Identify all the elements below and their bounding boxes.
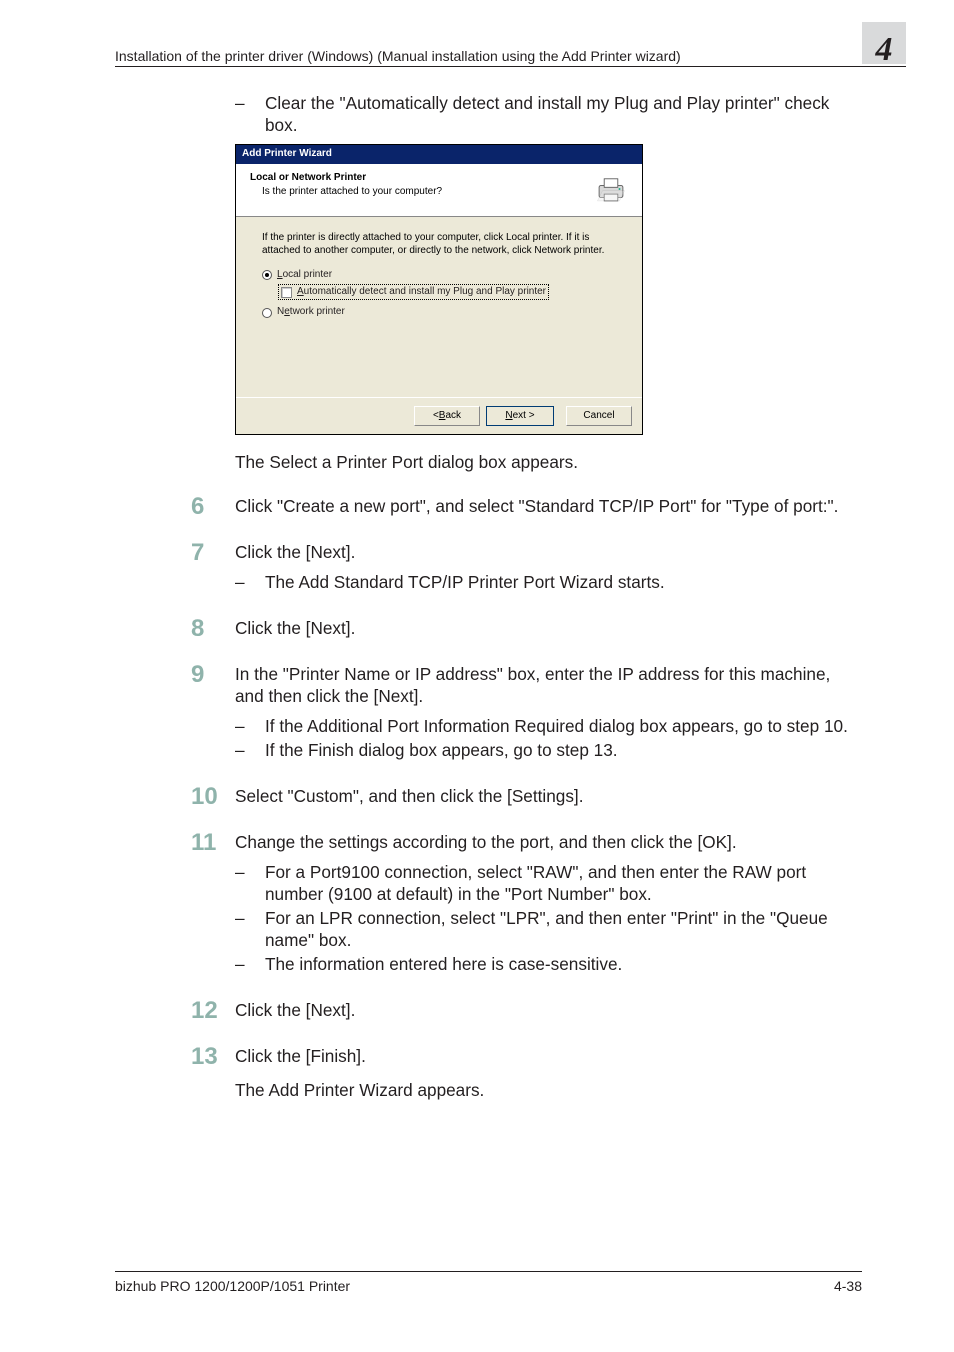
step-10: 10Select "Custom", and then click the [S… <box>235 785 862 809</box>
step-body: Click the [Next]. –The Add Standard TCP/I… <box>235 541 862 595</box>
wizard-footer: < Back Next > Cancel <box>236 397 642 434</box>
wizard-hint: If the printer is directly attached to y… <box>262 231 616 257</box>
list-item-text: The information entered here is case-sen… <box>265 953 862 975</box>
add-printer-wizard-dialog: Add Printer Wizard Local or Network Prin… <box>235 144 643 435</box>
list-item: –If the Additional Port Information Requ… <box>235 715 862 737</box>
wizard-heading: Local or Network Printer <box>250 172 594 185</box>
dash-icon: – <box>235 715 265 737</box>
step-text: Click the [Next]. <box>235 541 862 563</box>
radio-local-label: Local printer <box>277 269 332 282</box>
wizard-subheading: Is the printer attached to your computer… <box>262 186 594 199</box>
step-13: 13Click the [Finish].The Add Printer Wiz… <box>235 1045 862 1101</box>
wizard-header-text: Local or Network Printer Is the printer … <box>250 172 594 199</box>
wizard-titlebar: Add Printer Wizard <box>236 145 642 164</box>
step-after-text: The Add Printer Wizard appears. <box>235 1079 862 1101</box>
dash-icon: – <box>235 861 265 905</box>
chapter-tab: 4 <box>862 22 906 64</box>
step-number: 10 <box>191 785 235 809</box>
list-item: –For a Port9100 connection, select "RAW"… <box>235 861 862 905</box>
step-text: Click the [Finish]. <box>235 1045 862 1067</box>
main-content: – Clear the "Automatically detect and in… <box>235 92 862 1123</box>
step-number: 8 <box>191 617 235 641</box>
checkbox-auto-detect[interactable]: Automatically detect and install my Plug… <box>278 284 549 301</box>
step-text: Click the [Next]. <box>235 999 862 1021</box>
list-item-text: If the Finish dialog box appears, go to … <box>265 739 862 761</box>
list-item: –For an LPR connection, select "LPR", an… <box>235 907 862 951</box>
step-text: Click "Create a new port", and select "S… <box>235 495 862 517</box>
radio-selected-icon <box>262 270 272 280</box>
step-text: Click the [Next]. <box>235 617 862 639</box>
list-item-text: For a Port9100 connection, select "RAW",… <box>265 861 862 905</box>
checkbox-unchecked-icon <box>281 287 292 298</box>
page-header: Installation of the printer driver (Wind… <box>115 48 906 67</box>
step-sublist: –If the Additional Port Information Requ… <box>235 715 862 761</box>
step-text: Change the settings according to the por… <box>235 831 862 853</box>
radio-network-label: Network printer <box>277 306 345 319</box>
dash-icon: – <box>235 739 265 761</box>
step-body: In the "Printer Name or IP address" box,… <box>235 663 862 763</box>
after-wizard-text: The Select a Printer Port dialog box app… <box>235 451 862 473</box>
step-body: Change the settings according to the por… <box>235 831 862 977</box>
step-number: 11 <box>191 831 235 855</box>
radio-local-printer[interactable]: Local printer <box>262 269 616 282</box>
list-item-text: For an LPR connection, select "LPR", and… <box>265 907 862 951</box>
step-number: 7 <box>191 541 235 565</box>
wizard-body: If the printer is directly attached to y… <box>236 217 642 397</box>
page-footer: bizhub PRO 1200/1200P/1051 Printer 4-38 <box>115 1271 862 1294</box>
step-6: 6Click "Create a new port", and select "… <box>235 495 862 519</box>
dash-icon: – <box>235 907 265 951</box>
step-12: 12Click the [Next]. <box>235 999 862 1023</box>
checkbox-label: Automatically detect and install my Plug… <box>297 286 546 299</box>
step-9: 9In the "Printer Name or IP address" box… <box>235 663 862 763</box>
step-number: 12 <box>191 999 235 1023</box>
radio-network-printer[interactable]: Network printer <box>262 306 616 319</box>
list-item: –The information entered here is case-se… <box>235 953 862 975</box>
list-item-text: If the Additional Port Information Requi… <box>265 715 862 737</box>
footer-right: 4-38 <box>834 1278 862 1294</box>
intro-bullet: – Clear the "Automatically detect and in… <box>235 92 862 136</box>
footer-left: bizhub PRO 1200/1200P/1051 Printer <box>115 1278 350 1294</box>
step-body: Click the [Next]. <box>235 999 862 1023</box>
step-text: Select "Custom", and then click the [Set… <box>235 785 862 807</box>
list-item-text: The Add Standard TCP/IP Printer Port Wiz… <box>265 571 862 593</box>
step-11: 11Change the settings according to the p… <box>235 831 862 977</box>
dash-icon: – <box>235 571 265 593</box>
step-body: Select "Custom", and then click the [Set… <box>235 785 862 809</box>
step-number: 9 <box>191 663 235 687</box>
step-body: Click the [Finish]. The Add Printer Wizar… <box>235 1045 862 1101</box>
step-number: 6 <box>191 495 235 519</box>
step-number: 13 <box>191 1045 235 1069</box>
list-item: –The Add Standard TCP/IP Printer Port Wi… <box>235 571 862 593</box>
step-body: Click "Create a new port", and select "S… <box>235 495 862 519</box>
radio-unselected-icon <box>262 308 272 318</box>
step-8: 8Click the [Next]. <box>235 617 862 641</box>
intro-text: Clear the "Automatically detect and inst… <box>265 92 862 136</box>
step-text: In the "Printer Name or IP address" box,… <box>235 663 862 707</box>
printer-icon <box>594 172 628 206</box>
step-7: 7Click the [Next].–The Add Standard TCP/… <box>235 541 862 595</box>
step-sublist: –The Add Standard TCP/IP Printer Port Wi… <box>235 571 862 593</box>
cancel-button[interactable]: Cancel <box>566 406 632 426</box>
dash-icon: – <box>235 953 265 975</box>
step-sublist: –For a Port9100 connection, select "RAW"… <box>235 861 862 975</box>
dash-icon: – <box>235 92 265 136</box>
breadcrumb: Installation of the printer driver (Wind… <box>115 48 906 64</box>
chapter-number: 4 <box>876 33 893 67</box>
wizard-header: Local or Network Printer Is the printer … <box>236 164 642 217</box>
step-body: Click the [Next]. <box>235 617 862 641</box>
list-item: –If the Finish dialog box appears, go to… <box>235 739 862 761</box>
back-button[interactable]: < Back <box>414 406 480 426</box>
next-button[interactable]: Next > <box>486 406 554 426</box>
